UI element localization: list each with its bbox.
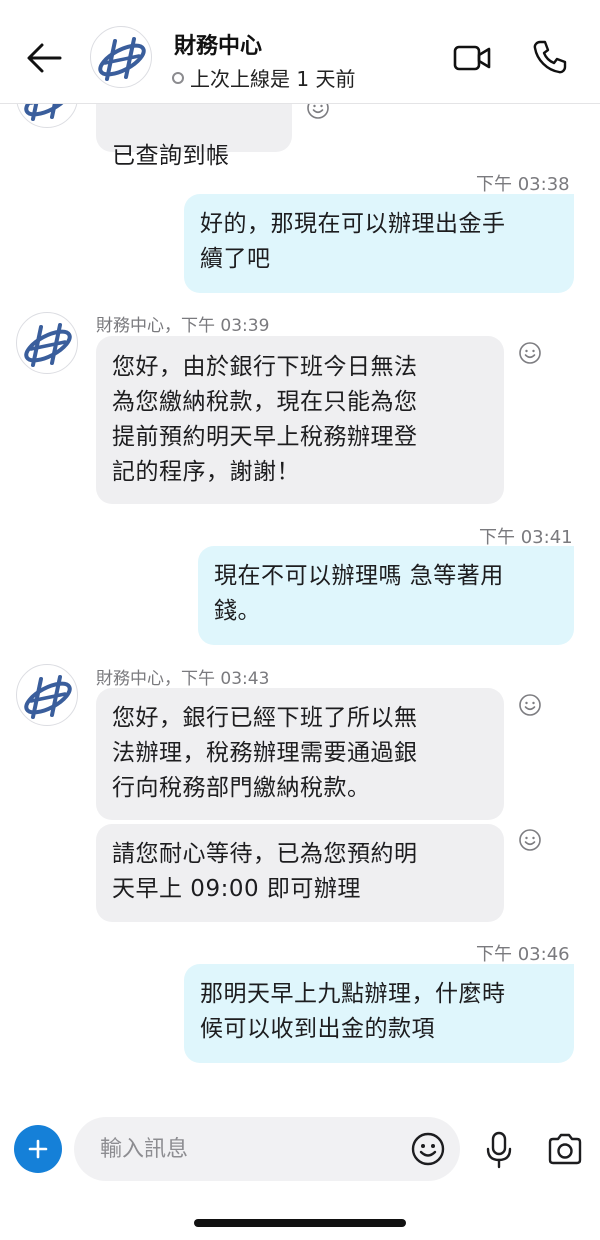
sender-avatar[interactable] [16, 312, 78, 374]
emoji-icon [411, 1132, 445, 1166]
message-timestamp: 下午 03:46 [476, 944, 570, 965]
logo-icon [94, 37, 150, 83]
voice-call-button[interactable] [530, 38, 568, 76]
emoji-button[interactable] [410, 1131, 446, 1167]
incoming-message[interactable]: 您好，由於銀行下班今日無法 為您繳納稅款，現在只能為您 提前預約明天早上稅務辦理… [96, 336, 504, 504]
contact-avatar[interactable] [90, 26, 152, 88]
attach-button[interactable] [14, 1125, 62, 1173]
add-reaction-icon[interactable] [518, 693, 542, 717]
incoming-message[interactable]: 您好，銀行已經下班了所以無 法辦理，稅務辦理需要通過銀 行向稅務部門繳納稅款。 [96, 688, 504, 820]
video-call-button[interactable] [452, 40, 492, 76]
incoming-message[interactable]: 請您耐心等待，已為您預約明 天早上 09:00 即可辦理 [96, 824, 504, 922]
logo-icon [20, 675, 76, 721]
last-seen-status: 上次上線是 1 天前 [172, 63, 355, 92]
message-text: 已查詢到帳 [112, 143, 230, 169]
plus-icon [28, 1139, 48, 1159]
back-button[interactable] [22, 38, 66, 78]
outgoing-message[interactable]: 那明天早上九點辦理，什麼時 候可以收到出金的款項 [184, 964, 574, 1063]
logo-icon [20, 323, 76, 369]
message-input[interactable] [100, 1133, 390, 1165]
phone-icon [533, 40, 567, 74]
message-input-container [74, 1117, 460, 1181]
add-reaction-icon[interactable] [518, 341, 542, 365]
contact-name[interactable]: 財務中心 [174, 28, 262, 60]
microphone-icon [486, 1131, 512, 1169]
message-timestamp: 下午 03:38 [476, 174, 570, 195]
home-indicator[interactable] [194, 1219, 406, 1227]
sender-label: 財務中心，下午 03:39 [96, 316, 270, 336]
camera-button[interactable] [546, 1132, 584, 1166]
outgoing-message[interactable]: 現在不可以辦理嗎 急等著用 錢。 [198, 546, 574, 645]
offline-dot-icon [172, 71, 184, 84]
last-seen-text: 上次上線是 1 天前 [190, 67, 356, 91]
sender-avatar[interactable] [16, 664, 78, 726]
back-arrow-icon [27, 43, 62, 73]
camera-icon [548, 1133, 582, 1165]
add-reaction-icon[interactable] [518, 828, 542, 852]
chat-header: 財務中心 上次上線是 1 天前 [0, 0, 600, 104]
video-call-icon [453, 45, 491, 71]
voice-message-button[interactable] [484, 1130, 514, 1170]
sender-label: 財務中心，下午 03:43 [96, 669, 270, 689]
outgoing-message[interactable]: 好的，那現在可以辦理出金手 續了吧 [184, 194, 574, 293]
